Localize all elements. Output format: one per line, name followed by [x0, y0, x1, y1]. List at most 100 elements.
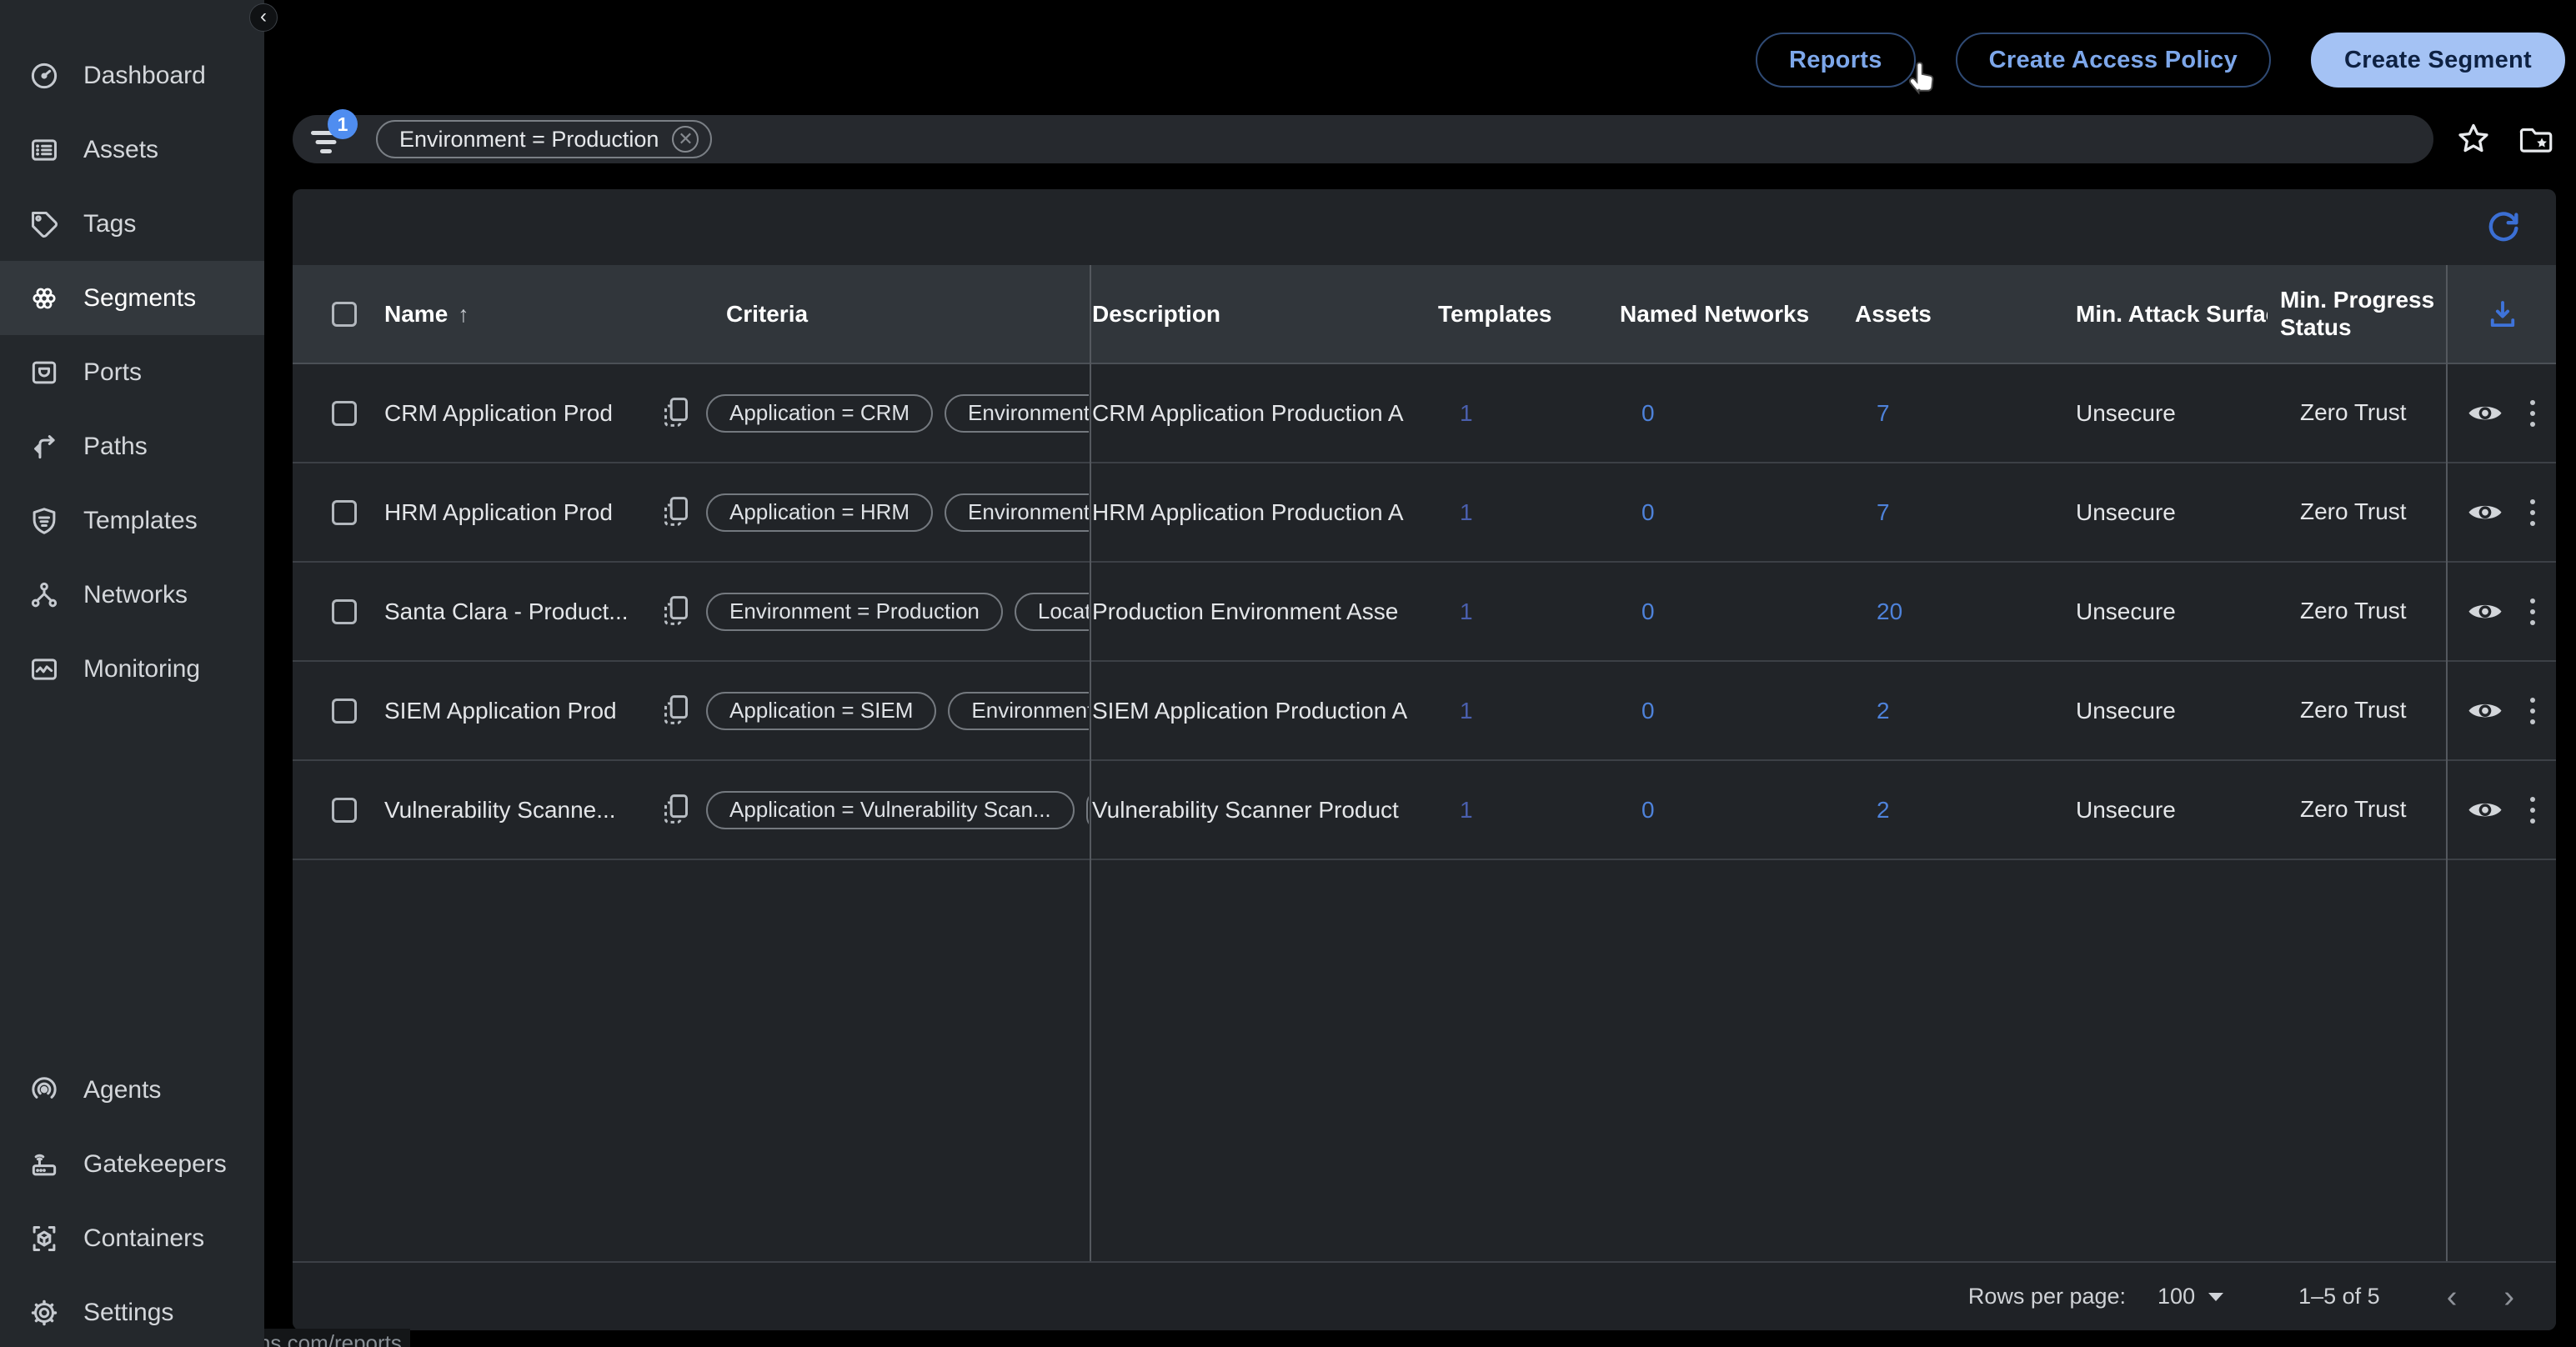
- templates-count-link[interactable]: 1: [1438, 598, 1620, 625]
- sidebar-item-networks[interactable]: Networks: [0, 558, 264, 632]
- column-header-min-progress-status[interactable]: Min. Progress Status: [2268, 287, 2445, 340]
- row-menu-kebab-icon[interactable]: [2523, 496, 2542, 529]
- criteria-chip[interactable]: Environment =: [948, 692, 1089, 730]
- sidebar-item-containers[interactable]: Containers: [0, 1201, 264, 1275]
- settings-gear-icon: [28, 1297, 60, 1329]
- copy-icon[interactable]: [659, 493, 693, 532]
- criteria-chip[interactable]: Environment =: [945, 493, 1089, 532]
- table-row[interactable]: Santa Clara - Product... Environment = P…: [293, 563, 2556, 662]
- column-header-name[interactable]: Name↑: [384, 301, 659, 328]
- pagination-range: 1–5 of 5: [2298, 1284, 2380, 1309]
- sidebar-item-dashboard[interactable]: Dashboard: [0, 38, 264, 113]
- segment-description: HRM Application Production A: [1092, 499, 1438, 526]
- named-networks-count-link[interactable]: 0: [1620, 598, 1855, 625]
- criteria-chip[interactable]: Application = SIEM: [706, 692, 936, 730]
- favorite-star-icon[interactable]: [2455, 121, 2492, 158]
- templates-count-link[interactable]: 1: [1438, 400, 1620, 427]
- templates-count-link[interactable]: 1: [1438, 698, 1620, 724]
- assets-count-link[interactable]: 20: [1855, 598, 2017, 625]
- row-menu-kebab-icon[interactable]: [2523, 794, 2542, 827]
- filter-chip-label: Environment = Production: [399, 127, 659, 153]
- column-header-assets[interactable]: Assets: [1855, 301, 2017, 328]
- assets-count-link[interactable]: 2: [1855, 698, 2017, 724]
- rows-per-page-label: Rows per page:: [1968, 1284, 2126, 1309]
- criteria-chip[interactable]: Environment =: [945, 394, 1089, 433]
- named-networks-count-link[interactable]: 0: [1620, 797, 1855, 824]
- sidebar-item-paths[interactable]: Paths: [0, 409, 264, 483]
- view-eye-icon[interactable]: [2467, 500, 2503, 525]
- row-menu-kebab-icon[interactable]: [2523, 694, 2542, 728]
- copy-icon[interactable]: [659, 691, 693, 730]
- table-row[interactable]: SIEM Application Prod Application = SIEM…: [293, 662, 2556, 761]
- ports-icon: [28, 357, 60, 388]
- select-all-checkbox[interactable]: [332, 302, 357, 327]
- sidebar-item-label: Gatekeepers: [83, 1150, 227, 1179]
- assets-count-link[interactable]: 2: [1855, 797, 2017, 824]
- assets-count-link[interactable]: 7: [1855, 400, 2017, 427]
- filter-icon[interactable]: 1: [308, 121, 344, 158]
- create-access-policy-button[interactable]: Create Access Policy: [1956, 33, 2271, 88]
- row-checkbox[interactable]: [332, 401, 357, 426]
- column-header-description[interactable]: Description: [1092, 301, 1438, 328]
- sidebar-item-assets[interactable]: Assets: [0, 113, 264, 187]
- table-row[interactable]: Vulnerability Scanne... Application = Vu…: [293, 761, 2556, 860]
- rows-per-page-select[interactable]: 100: [2158, 1284, 2223, 1309]
- criteria-chip-clipped[interactable]: [1086, 791, 1089, 829]
- column-header-named-networks[interactable]: Named Networks: [1620, 301, 1855, 328]
- row-checkbox[interactable]: [332, 699, 357, 724]
- sidebar-item-segments[interactable]: Segments: [0, 261, 264, 335]
- criteria-chip[interactable]: Environment = Production: [706, 593, 1003, 631]
- sidebar-item-settings[interactable]: Settings: [0, 1275, 264, 1347]
- rows-per-page-value: 100: [2158, 1284, 2195, 1309]
- column-header-templates[interactable]: Templates: [1438, 301, 1620, 328]
- assets-count-link[interactable]: 7: [1855, 499, 2017, 526]
- monitoring-icon: [28, 653, 60, 685]
- sidebar: Dashboard Assets Tags Segments Ports: [0, 0, 264, 1347]
- copy-icon[interactable]: [659, 393, 693, 433]
- view-eye-icon[interactable]: [2467, 798, 2503, 823]
- filter-chip-environment-production[interactable]: Environment = Production ✕: [376, 120, 712, 158]
- actions-column-divider: [2446, 265, 2448, 1261]
- min-progress-status-value: Zero Trust: [2268, 697, 2445, 724]
- named-networks-count-link[interactable]: 0: [1620, 499, 1855, 526]
- previous-page-button[interactable]: ‹: [2435, 1281, 2469, 1313]
- sidebar-item-tags[interactable]: Tags: [0, 187, 264, 261]
- chip-close-icon[interactable]: ✕: [672, 126, 699, 153]
- row-checkbox[interactable]: [332, 599, 357, 624]
- view-eye-icon[interactable]: [2467, 401, 2503, 426]
- row-menu-kebab-icon[interactable]: [2523, 595, 2542, 628]
- caret-down-icon: [2208, 1293, 2223, 1301]
- row-checkbox[interactable]: [332, 500, 357, 525]
- sidebar-item-gatekeepers[interactable]: Gatekeepers: [0, 1127, 264, 1201]
- named-networks-count-link[interactable]: 0: [1620, 400, 1855, 427]
- criteria-chip[interactable]: Locatio: [1015, 593, 1089, 631]
- download-icon[interactable]: [2485, 297, 2520, 332]
- templates-count-link[interactable]: 1: [1438, 797, 1620, 824]
- criteria-chip[interactable]: Application = HRM: [706, 493, 933, 532]
- row-checkbox[interactable]: [332, 798, 357, 823]
- named-networks-count-link[interactable]: 0: [1620, 698, 1855, 724]
- table-row[interactable]: CRM Application Prod Application = CRM E…: [293, 364, 2556, 463]
- criteria-chip[interactable]: Application = Vulnerability Scan...: [706, 791, 1075, 829]
- reports-button[interactable]: Reports: [1756, 33, 1916, 88]
- sidebar-item-templates[interactable]: Templates: [0, 483, 264, 558]
- refresh-icon[interactable]: [2484, 208, 2523, 246]
- column-header-min-attack-surface[interactable]: Min. Attack Surface: [2017, 301, 2268, 328]
- view-eye-icon[interactable]: [2467, 699, 2503, 724]
- saved-filters-folder-icon[interactable]: [2518, 121, 2555, 158]
- criteria-chip[interactable]: Application = CRM: [706, 394, 933, 433]
- sidebar-item-monitoring[interactable]: Monitoring: [0, 632, 264, 706]
- sidebar-collapse-button[interactable]: ‹: [249, 3, 278, 32]
- sidebar-item-agents[interactable]: Agents: [0, 1053, 264, 1127]
- column-header-criteria[interactable]: Criteria: [693, 301, 1089, 328]
- sidebar-item-label: Segments: [83, 284, 196, 313]
- copy-icon[interactable]: [659, 592, 693, 631]
- next-page-button[interactable]: ›: [2492, 1281, 2526, 1313]
- table-row[interactable]: HRM Application Prod Application = HRM E…: [293, 463, 2556, 563]
- row-menu-kebab-icon[interactable]: [2523, 397, 2542, 430]
- copy-icon[interactable]: [659, 790, 693, 829]
- create-segment-button[interactable]: Create Segment: [2311, 33, 2565, 88]
- view-eye-icon[interactable]: [2467, 599, 2503, 624]
- templates-count-link[interactable]: 1: [1438, 499, 1620, 526]
- sidebar-item-ports[interactable]: Ports: [0, 335, 264, 409]
